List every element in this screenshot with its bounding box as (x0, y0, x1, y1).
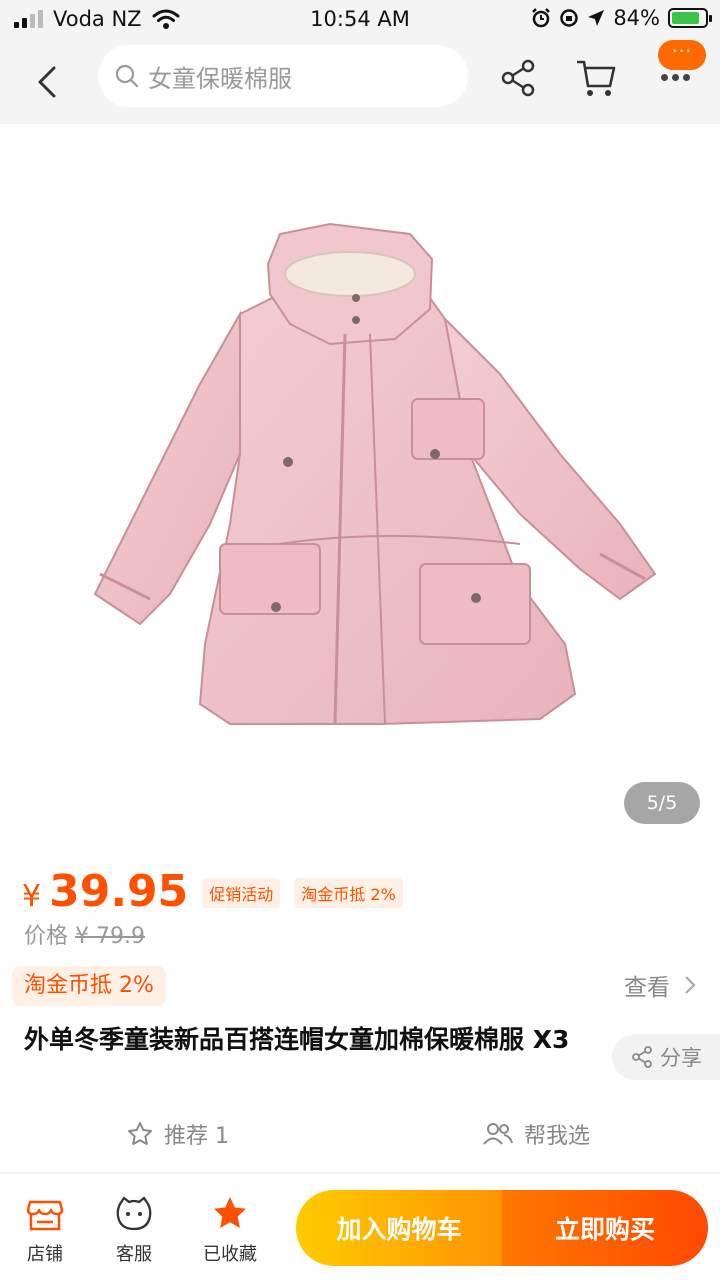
store-tab[interactable]: 店铺 (10, 1194, 80, 1266)
divider (0, 1172, 720, 1174)
store-icon (26, 1200, 64, 1231)
currency-symbol: ¥ (22, 879, 42, 914)
add-to-cart-button[interactable]: 加入购物车 (296, 1190, 502, 1266)
product-image-gallery[interactable]: 5/5 (0, 124, 720, 846)
recommend-star-icon (128, 1122, 152, 1145)
favorite-tab[interactable]: 已收藏 (195, 1194, 265, 1266)
share-icon (632, 1046, 652, 1068)
search-input[interactable]: 女童保暖棉服 (98, 45, 468, 107)
more-options-icon[interactable] (661, 74, 690, 81)
status-right: 84% (531, 6, 712, 30)
share-button[interactable]: 分享 (612, 1034, 720, 1080)
search-placeholder: 女童保暖棉服 (148, 64, 292, 93)
recommend-button[interactable]: 推荐 1 (126, 1118, 229, 1150)
promo-activity-tag: 促销活动 (202, 878, 281, 908)
product-page: Voda NZ 10:54 AM 84% 女童保暖棉服 ··· 5/5 ¥ 39… (0, 0, 720, 1280)
recommend-label: 推荐 1 (164, 1124, 229, 1149)
coupon-row[interactable]: 淘金币抵 2% 查看 (12, 964, 708, 1008)
status-bar: Voda NZ 10:54 AM 84% (0, 0, 720, 40)
coins-coupon-tag: 淘金币抵 2% (12, 966, 166, 1006)
price-row: ¥ 39.95 促销活动 淘金币抵 2% (22, 866, 403, 917)
share-icon[interactable] (496, 56, 540, 100)
help-choose-button[interactable]: 帮我选 (482, 1118, 590, 1150)
alarm-icon (532, 8, 551, 28)
view-label: 查看 (624, 975, 670, 1001)
search-icon (115, 64, 139, 88)
chevron-right-icon (685, 976, 696, 994)
share-label: 分享 (660, 1046, 702, 1070)
product-title: 外单冬季童装新品百搭连帽女童加棉保暖棉服 X3 (24, 1025, 570, 1054)
cart-icon[interactable] (574, 56, 618, 100)
coins-discount-tag: 淘金币抵 2% (294, 878, 403, 908)
battery-icon (668, 8, 712, 28)
image-page-indicator: 5/5 (624, 782, 700, 824)
original-price-value: ¥ 79.9 (75, 924, 145, 949)
original-price: 价格 ¥ 79.9 (24, 918, 145, 950)
recommend-row: 推荐 1 帮我选 (0, 1112, 720, 1156)
original-price-label: 价格 (24, 924, 69, 949)
people-icon (483, 1123, 513, 1145)
purchase-buttons: 加入购物车 立即购买 (296, 1190, 708, 1266)
location-arrow-icon (588, 10, 605, 26)
customer-service-label: 客服 (116, 1244, 152, 1265)
more-menu-badge[interactable]: ··· (658, 40, 706, 70)
buy-now-button[interactable]: 立即购买 (502, 1190, 708, 1266)
bottom-action-bar: 店铺 客服 已收藏 加入购物车 立即购买 (0, 1176, 720, 1280)
customer-service-tab[interactable]: 客服 (99, 1194, 169, 1266)
star-filled-icon (214, 1197, 246, 1228)
current-price: 39.95 (49, 866, 189, 917)
customer-service-icon (116, 1196, 152, 1231)
battery-percent: 84% (613, 6, 660, 30)
favorited-label: 已收藏 (203, 1244, 257, 1265)
help-choose-label: 帮我选 (524, 1124, 591, 1149)
pink-coat-image (93, 222, 657, 725)
store-label: 店铺 (27, 1244, 63, 1265)
back-arrow-icon[interactable] (28, 62, 68, 102)
view-coupon-link[interactable]: 查看 (624, 968, 696, 1002)
top-nav-bar: 女童保暖棉服 ··· (0, 40, 720, 124)
rotation-lock-icon (560, 9, 579, 27)
